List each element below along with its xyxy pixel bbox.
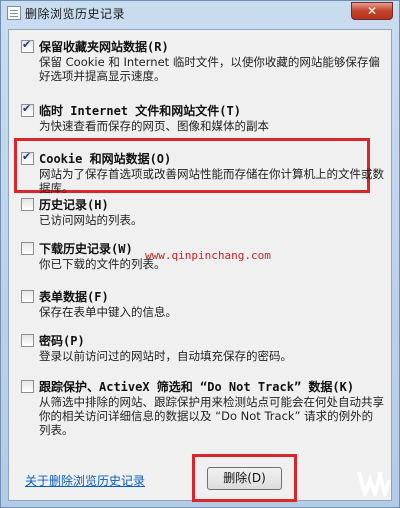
title-bar[interactable]: 删除浏览历史记录 ✕ xyxy=(1,1,399,27)
option-title: 保留收藏夹网站数据(R) xyxy=(39,40,169,54)
delete-button[interactable]: 删除(D) xyxy=(207,467,282,490)
watermark-url: www.qinpinchang.com xyxy=(145,249,271,262)
option-title: 表单数据(F) xyxy=(39,290,109,304)
option-title: 密码(P) xyxy=(39,334,85,348)
dialog-body: 保留收藏夹网站数据(R) 保留 Cookie 和 Internet 临时文件，以… xyxy=(8,29,392,502)
window-icon xyxy=(7,6,21,20)
download-history-checkbox[interactable] xyxy=(21,242,34,255)
option-description: 保留 Cookie 和 Internet 临时文件，以使你收藏的网站能够保存偏好… xyxy=(39,55,380,83)
option-title: 临时 Internet 文件和网站文件(T) xyxy=(39,104,241,118)
cookies-checkbox[interactable] xyxy=(21,150,34,165)
option-description: 已访问网站的列表。 xyxy=(39,213,143,227)
option-description: 为快速查看而保存的网页、图像和媒体的副本 xyxy=(39,119,269,133)
tracking-protection-checkbox[interactable] xyxy=(21,380,34,393)
option-title: 跟踪保护、ActiveX 筛选和 “Do Not Track” 数据(K) xyxy=(39,380,355,394)
option-title: 历史记录(H) xyxy=(39,198,109,212)
window-title: 删除浏览历史记录 xyxy=(25,7,126,21)
watermark-logo-icon xyxy=(357,471,391,496)
history-checkbox[interactable] xyxy=(21,198,34,211)
temp-files-checkbox[interactable] xyxy=(21,102,34,117)
about-delete-history-link[interactable]: 关于删除浏览历史记录 xyxy=(25,472,145,489)
option-title: Cookie 和网站数据(O) xyxy=(39,152,172,166)
form-data-checkbox[interactable] xyxy=(21,290,34,303)
option-title: 下载历史记录(W) xyxy=(39,242,133,256)
passwords-checkbox[interactable] xyxy=(21,334,34,347)
close-button[interactable]: ✕ xyxy=(351,2,393,20)
option-description: 登录以前访问过的网站时，自动填充保存的密码。 xyxy=(39,349,292,363)
option-description: 从筛选中排除的网站、跟踪保护用来检测站点可能会在何处自动共享你的相关访问详细信息… xyxy=(39,395,384,437)
dialog-window: 删除浏览历史记录 ✕ 保留收藏夹网站数据(R) 保留 Cookie 和 Inte… xyxy=(0,0,400,508)
option-description: 保存在表单中键入的信息。 xyxy=(39,305,177,319)
preserve-favorites-checkbox[interactable] xyxy=(21,38,34,53)
option-description: 网站为了保存首选项或改善网站性能而存储在你计算机上的文件或数据库。 xyxy=(39,167,384,195)
